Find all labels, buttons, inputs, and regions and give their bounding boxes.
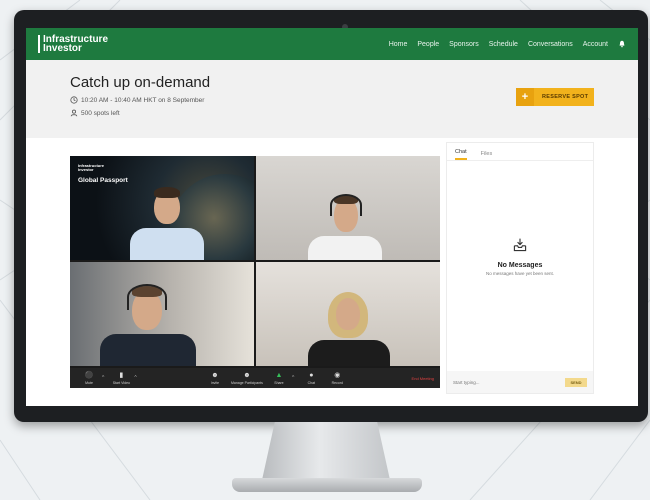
manage-participants-button[interactable]: ☻ Manage Participants (228, 372, 266, 385)
share-button[interactable]: ▲ Share (266, 372, 292, 385)
video-tile-3[interactable] (70, 262, 254, 366)
chevron-up-icon[interactable]: ^ (102, 375, 104, 381)
monitor-stand-neck (262, 422, 390, 480)
event-time: 10:20 AM - 10:40 AM HKT on 8 September (81, 96, 205, 104)
user-icon (70, 109, 78, 117)
start-video-label: Start Video (112, 380, 130, 385)
microphone-icon: ⚫ (84, 371, 94, 379)
record-label: Record (331, 380, 343, 385)
event-spots: 500 spots left (81, 109, 120, 117)
tab-chat[interactable]: Chat (455, 149, 467, 160)
chevron-up-icon[interactable]: ^ (292, 375, 294, 381)
chat-tabs: Chat Files (447, 143, 593, 161)
manage-participants-label: Manage Participants (230, 380, 263, 385)
clock-icon (70, 96, 78, 104)
chevron-up-icon[interactable]: ^ (134, 375, 136, 381)
monitor-stand-base (232, 478, 422, 492)
invite-button[interactable]: ☻ Invite (202, 372, 228, 385)
chat-message-input[interactable] (453, 379, 565, 385)
plus-icon: + (516, 88, 534, 106)
tile-brand-line-2: Investor (78, 167, 94, 172)
bell-icon[interactable] (618, 40, 626, 48)
reserve-spot-button[interactable]: + RESERVE SPOT (516, 88, 594, 106)
tile-brand-title: Global Passport (78, 177, 128, 184)
start-video-button[interactable]: ▮ Start Video (108, 372, 134, 385)
nav-link-sponsors[interactable]: Sponsors (449, 41, 479, 48)
logo-line-2: Investor (43, 43, 82, 54)
meeting-toolbar: ⚫ Mute ^ ▮ Start Video ^ ☻ Invite ☻ Mana… (70, 368, 440, 388)
empty-title: No Messages (497, 262, 543, 269)
nav-link-account[interactable]: Account (583, 41, 608, 48)
tab-files[interactable]: Files (481, 151, 493, 160)
record-icon: ◉ (334, 371, 341, 379)
chat-label: Chat (307, 380, 316, 385)
empty-subtitle: No messages have yet been sent. (485, 271, 555, 276)
nav-links: Home People Sponsors Schedule Conversati… (389, 40, 626, 48)
invite-icon: ☻ (211, 371, 219, 379)
nav-link-people[interactable]: People (417, 41, 439, 48)
end-meeting-button[interactable]: End Meeting (412, 376, 434, 381)
nav-link-schedule[interactable]: Schedule (489, 41, 518, 48)
chat-panel: Chat Files No Messages No messages have … (446, 142, 594, 394)
main-content: Infrastructure Investor Global Passport (26, 138, 638, 406)
event-header: Catch up on-demand 10:20 AM - 10:40 AM H… (26, 60, 638, 138)
nav-link-conversations[interactable]: Conversations (528, 41, 573, 48)
reserve-spot-label: RESERVE SPOT (542, 94, 589, 100)
video-tile-2[interactable] (256, 156, 440, 260)
nav-link-home[interactable]: Home (389, 41, 408, 48)
record-button[interactable]: ◉ Record (324, 372, 350, 385)
chat-button[interactable]: ● Chat (298, 372, 324, 385)
screen: Infrastructure Investor Home People Spon… (26, 28, 638, 406)
send-button[interactable]: SEND (565, 377, 587, 387)
chat-input-row: SEND (447, 371, 593, 393)
mute-button[interactable]: ⚫ Mute (76, 372, 102, 385)
video-call-panel: Infrastructure Investor Global Passport (70, 156, 440, 388)
invite-label: Invite (210, 380, 220, 385)
chat-icon: ● (309, 371, 314, 379)
logo[interactable]: Infrastructure Investor (38, 35, 108, 54)
video-tile-1[interactable]: Infrastructure Investor Global Passport (70, 156, 254, 260)
navbar: Infrastructure Investor Home People Spon… (26, 28, 638, 60)
video-camera-icon: ▮ (119, 371, 124, 379)
share-screen-icon: ▲ (275, 371, 283, 379)
tile-brand: Infrastructure Investor Global Passport (78, 164, 128, 185)
share-label: Share (274, 380, 284, 385)
inbox-icon (513, 238, 527, 252)
video-tile-4[interactable] (256, 262, 440, 366)
chat-empty-state: No Messages No messages have yet been se… (447, 237, 593, 276)
participants-icon: ☻ (243, 371, 251, 379)
mute-label: Mute (85, 380, 93, 385)
event-spots-row: 500 spots left (70, 109, 638, 117)
